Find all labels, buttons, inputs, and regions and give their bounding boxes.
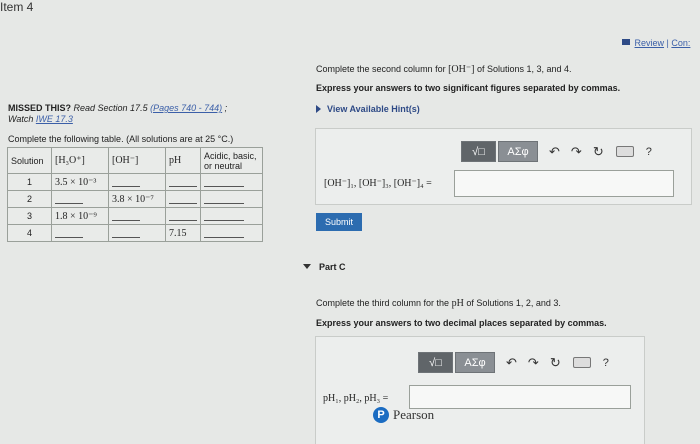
watch-text: Watch (8, 114, 36, 124)
blank-field (55, 194, 83, 205)
pearson-wordmark: Pearson (393, 407, 435, 422)
review-constants-bar: Review | Con: (622, 38, 690, 48)
hints-label: View Available Hint(s) (327, 104, 420, 114)
partb-answer-input[interactable] (454, 170, 674, 197)
missed-this-notice: MISSED THIS? Read Section 17.5 (Pages 74… (8, 103, 227, 125)
undo-icon[interactable]: ↶ (506, 355, 517, 371)
partc-header[interactable]: Part C (303, 262, 346, 272)
cell-nature (200, 207, 263, 225)
partc-title: Part C (319, 262, 346, 272)
partb-prompt-post: of Solutions 1, 3, and 4. (474, 64, 572, 74)
partc-prompt: Complete the third column for the pH of … (316, 298, 561, 309)
blank-field (204, 228, 244, 239)
blank-field (112, 211, 140, 222)
cell-h3o: 3.5 × 10⁻³ (51, 173, 109, 191)
partc-answer-label: pH₁, pH₂, pH₃ = (323, 393, 389, 404)
partc-instruction: Express your answers to two decimal plac… (316, 318, 607, 328)
cell-solution: 4 (7, 224, 52, 242)
help-button[interactable]: ? (603, 357, 609, 369)
missed-suffix: ; (222, 103, 228, 113)
header-h3o: [H₃O⁺] (51, 147, 109, 174)
cell-h3o (51, 224, 109, 242)
blank-field (204, 211, 244, 222)
blank-field (169, 211, 197, 222)
blank-field (169, 177, 197, 188)
solutions-table: Solution [H₃O⁺] [OH⁻] pH Acidic, basic, … (7, 147, 263, 242)
pearson-brand: P Pearson (373, 407, 434, 423)
watch-link[interactable]: IWE 17.3 (36, 114, 73, 124)
missed-label: MISSED THIS? (8, 103, 72, 113)
partb-toolbar: √□ AΣφ ↶ ↷ ↻ ? (461, 141, 652, 162)
header-nature: Acidic, basic, or neutral (200, 147, 263, 174)
review-icon (622, 39, 630, 45)
table-header-row: Solution [H₃O⁺] [OH⁻] pH Acidic, basic, … (7, 147, 263, 174)
partc-prompt-pre: Complete the third column for the (316, 298, 452, 308)
cell-h3o: 1.8 × 10⁻⁹ (51, 207, 109, 225)
keyboard-icon[interactable] (615, 146, 634, 157)
blank-field (112, 228, 140, 239)
symbols-button[interactable]: AΣφ (498, 141, 538, 162)
partc-toolbar: √□ AΣφ ↶ ↷ ↻ ? (418, 352, 609, 373)
cell-oh (108, 207, 166, 225)
cell-nature (200, 190, 263, 208)
header-oh: [OH⁻] (108, 147, 166, 174)
constants-link[interactable]: Con: (671, 38, 690, 48)
partb-instruction: Express your answers to two significant … (316, 83, 621, 93)
blank-field (55, 228, 83, 239)
redo-icon[interactable]: ↷ (571, 144, 582, 160)
templates-button[interactable]: √□ (461, 141, 496, 162)
table-row: 4 7.15 (7, 224, 263, 242)
missed-read-text: Read Section 17.5 (71, 103, 151, 113)
cell-oh (108, 224, 166, 242)
blank-field (204, 177, 244, 188)
cell-solution: 2 (7, 190, 52, 208)
undo-icon[interactable]: ↶ (549, 144, 560, 160)
keyboard-icon[interactable] (572, 357, 591, 368)
partc-prompt-var: pH (451, 298, 464, 309)
review-link[interactable]: Review (635, 38, 665, 48)
partb-answer-box: √□ AΣφ ↶ ↷ ↻ ? [OH⁻]₁, [OH⁻]₃, [OH⁻]₄ = (315, 128, 692, 205)
cell-nature (200, 173, 263, 191)
cell-solution: 3 (7, 207, 52, 225)
cell-oh: 3.8 × 10⁻⁷ (108, 190, 166, 208)
partc-answer-input[interactable] (409, 385, 631, 409)
reset-icon[interactable]: ↻ (550, 355, 561, 371)
table-row: 1 3.5 × 10⁻³ (7, 173, 263, 191)
cell-ph (165, 190, 201, 208)
cell-solution: 1 (7, 173, 52, 191)
pearson-logo-icon: P (373, 407, 389, 423)
review-separator: | (666, 38, 669, 48)
cell-h3o (51, 190, 109, 208)
reset-icon[interactable]: ↻ (593, 144, 604, 160)
collapse-triangle-icon (303, 264, 311, 269)
redo-icon[interactable]: ↷ (528, 355, 539, 371)
expand-triangle-icon (316, 105, 321, 113)
partc-answer-box: √□ AΣφ ↶ ↷ ↻ ? pH₁, pH₂, pH₃ = (315, 336, 645, 444)
cell-ph: 7.15 (165, 224, 201, 242)
cell-oh (108, 173, 166, 191)
item-title: Item 4 (0, 0, 34, 14)
table-row: 3 1.8 × 10⁻⁹ (7, 207, 263, 225)
submit-button[interactable]: Submit (316, 213, 362, 231)
cell-ph (165, 207, 201, 225)
blank-field (169, 194, 197, 205)
partb-prompt: Complete the second column for [OH⁻] of … (316, 64, 572, 75)
cell-nature (200, 224, 263, 242)
templates-button[interactable]: √□ (418, 352, 453, 373)
table-intro: Complete the following table. (All solut… (8, 134, 234, 144)
help-button[interactable]: ? (646, 146, 652, 158)
symbols-button[interactable]: AΣφ (455, 352, 495, 373)
pages-link[interactable]: (Pages 740 - 744) (150, 103, 222, 113)
partb-answer-label: [OH⁻]₁, [OH⁻]₃, [OH⁻]₄ = (324, 178, 432, 189)
partb-prompt-pre: Complete the second column for (316, 64, 449, 74)
view-hints-toggle[interactable]: View Available Hint(s) (316, 104, 420, 114)
blank-field (204, 194, 244, 205)
header-solution: Solution (7, 147, 52, 174)
cell-ph (165, 173, 201, 191)
table-row: 2 3.8 × 10⁻⁷ (7, 190, 263, 208)
blank-field (112, 177, 140, 188)
header-ph: pH (165, 147, 201, 174)
partc-prompt-post: of Solutions 1, 2, and 3. (463, 298, 561, 308)
partb-prompt-species: [OH⁻] (448, 64, 475, 75)
